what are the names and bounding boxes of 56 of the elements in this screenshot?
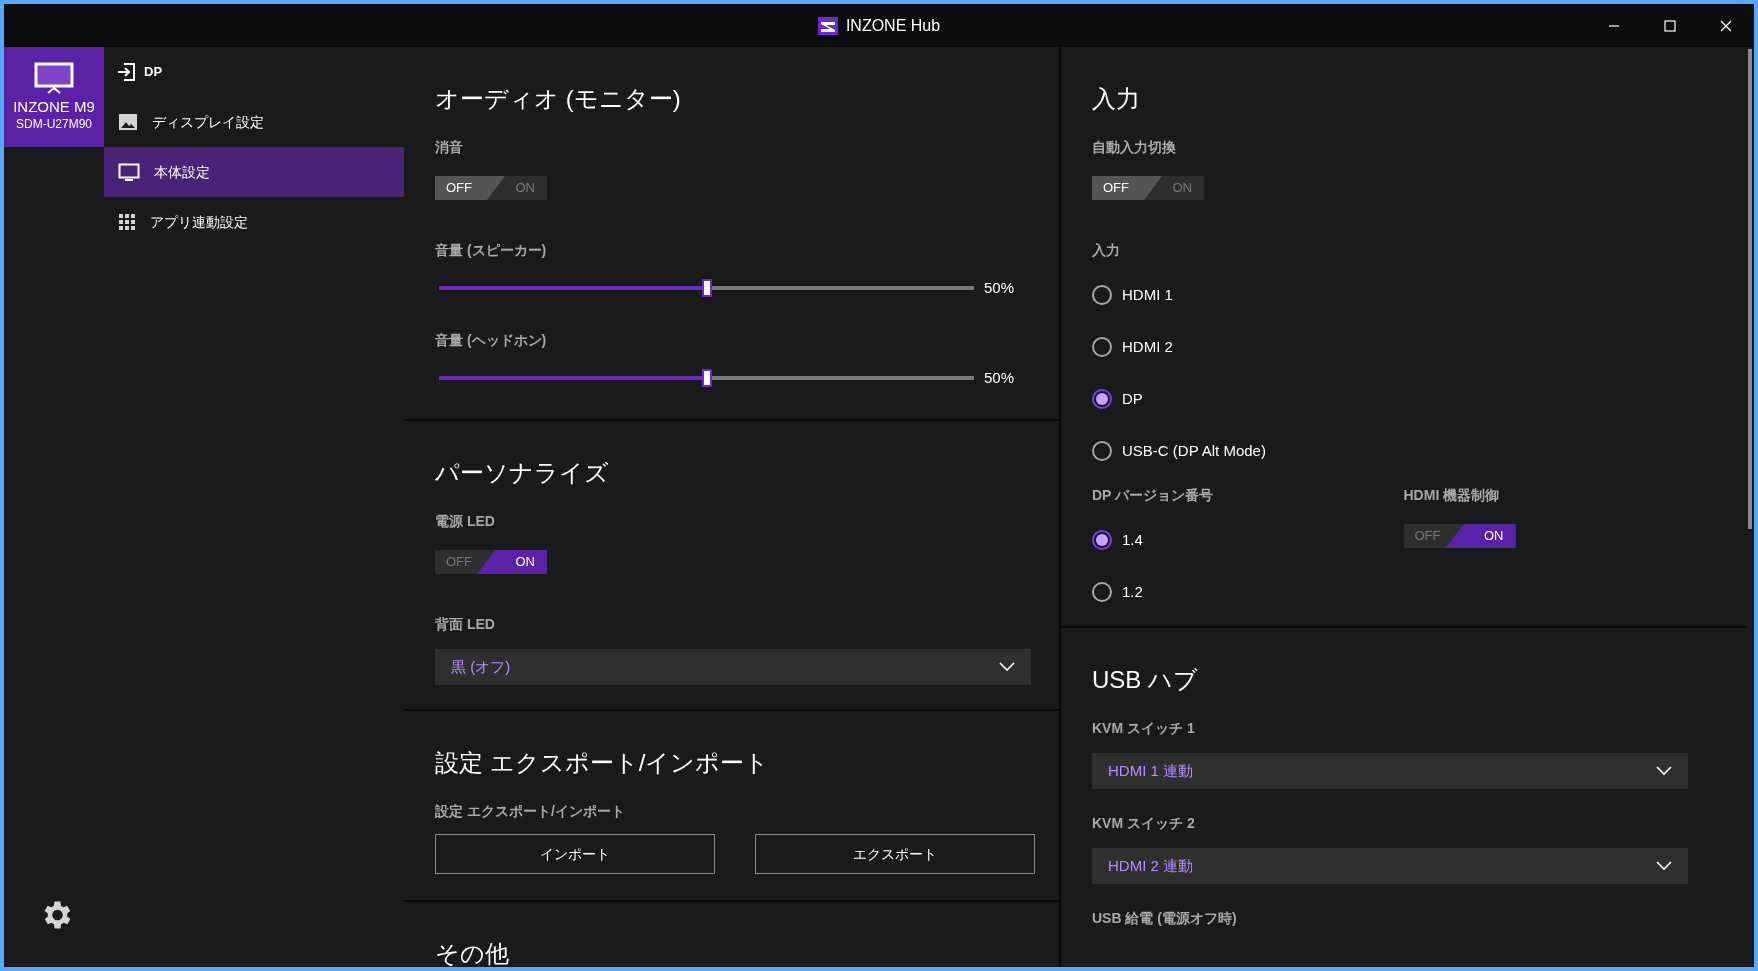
setting-label: 電源 LED <box>435 512 496 531</box>
section-heading: 入力 <box>1092 84 1141 114</box>
volume-slider[interactable] <box>439 278 974 299</box>
setting-label: USB 給電 (電源オフ時) <box>1092 909 1238 928</box>
action-button[interactable]: エクスポート <box>755 834 1035 874</box>
radio-option[interactable]: USB-C (DP Alt Mode) <box>1092 425 1715 477</box>
volume-slider[interactable] <box>439 367 974 388</box>
section-heading: オーディオ (モニター) <box>435 84 682 114</box>
slider-value: 50% <box>984 367 1015 388</box>
radio-option[interactable]: 1.4 <box>1092 514 1404 566</box>
setting-label: 背面 LED <box>435 615 496 634</box>
nav-item[interactable]: 本体設定 <box>104 147 404 197</box>
close-icon <box>1720 19 1732 32</box>
setting-label: DP バージョン番号 <box>1092 486 1215 505</box>
slider-value: 50% <box>984 278 1015 298</box>
monitor-icon <box>118 163 140 181</box>
chevron-down-icon <box>1656 861 1672 871</box>
nav-item[interactable]: ディスプレイ設定 <box>104 97 404 147</box>
radio-option[interactable]: 1.2 <box>1092 566 1404 618</box>
setting-label: 入力 <box>1092 241 1121 260</box>
nav-item[interactable]: アプリ連動設定 <box>104 197 404 247</box>
current-input-label: DP <box>144 63 163 82</box>
section-heading: その他 <box>435 939 510 967</box>
app-logo-icon <box>817 16 838 35</box>
toggle-switch[interactable]: OFF ON <box>1092 176 1204 200</box>
image-icon <box>118 113 138 131</box>
dropdown[interactable]: HDMI 2 連動 <box>1092 848 1688 884</box>
device-tile[interactable]: INZONE M9 SDM-U27M90 <box>4 47 104 147</box>
setting-label: 音量 (スピーカー) <box>435 241 548 260</box>
setting-label: KVM スイッチ 2 <box>1092 814 1196 833</box>
toggle-switch[interactable]: OFF ON <box>435 176 547 200</box>
radio-option[interactable]: HDMI 1 <box>1092 269 1715 321</box>
setting-label: HDMI 機器制御 <box>1403 486 1501 505</box>
radio-option[interactable]: HDMI 2 <box>1092 321 1715 373</box>
window-title: INZONE Hub <box>845 15 941 36</box>
scrollbar[interactable] <box>1748 49 1752 529</box>
dropdown[interactable]: HDMI 1 連動 <box>1092 753 1688 789</box>
setting-label: KVM スイッチ 1 <box>1092 719 1196 738</box>
toggle-switch[interactable]: OFF ON <box>1403 524 1516 548</box>
setting-label: 設定 エクスポート/インポート <box>435 802 626 821</box>
action-button[interactable]: インポート <box>435 834 715 874</box>
chevron-down-icon <box>999 662 1015 672</box>
input-arrow-icon <box>116 62 136 82</box>
section-heading: USB ハブ <box>1092 665 1199 695</box>
maximize-icon <box>1664 19 1676 32</box>
section-heading: パーソナライズ <box>435 458 610 488</box>
grid-icon <box>118 213 136 231</box>
setting-label: 消音 <box>435 138 464 157</box>
monitor-icon <box>34 62 74 94</box>
dropdown[interactable]: 黒 (オフ) <box>435 649 1031 685</box>
toggle-switch[interactable]: OFF ON <box>435 550 547 574</box>
chevron-down-icon <box>1656 766 1672 776</box>
setting-label: 音量 (ヘッドホン) <box>435 330 548 350</box>
section-heading: 設定 エクスポート/インポート <box>435 748 771 778</box>
radio-option[interactable]: DP <box>1092 373 1715 425</box>
setting-label: 自動入力切換 <box>1092 138 1177 157</box>
